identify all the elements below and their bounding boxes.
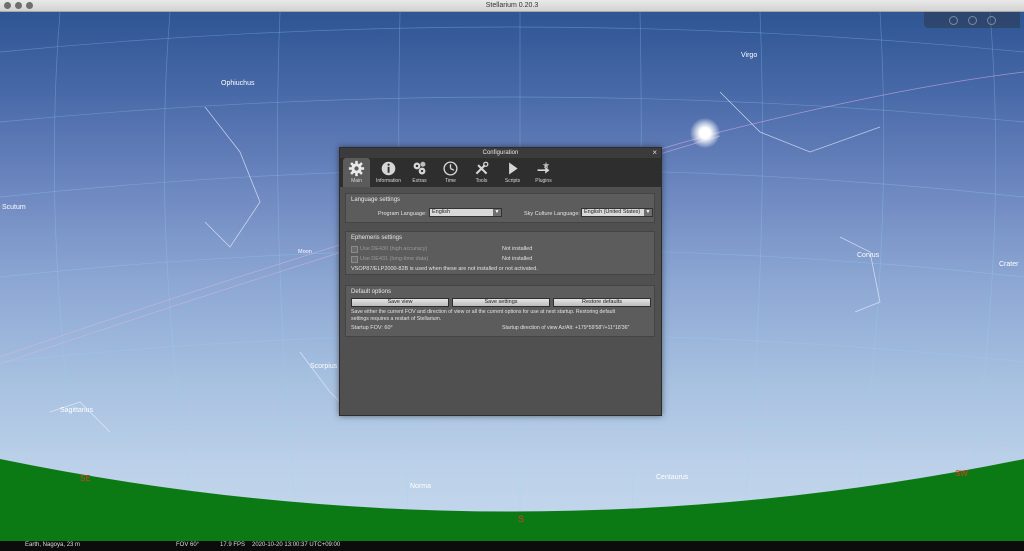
program-language-label: Program Language: bbox=[378, 211, 427, 217]
plugins-icon bbox=[537, 161, 550, 174]
sky-culture-language-label: Sky Culture Language: bbox=[524, 211, 580, 217]
minimize-window-button[interactable] bbox=[15, 2, 22, 9]
close-icon[interactable]: × bbox=[652, 148, 657, 158]
constellation-label[interactable]: Corvus bbox=[857, 252, 879, 259]
save-view-button[interactable]: Save view bbox=[351, 298, 449, 307]
program-language-select[interactable]: English ▼ bbox=[429, 208, 502, 217]
close-window-button[interactable] bbox=[4, 2, 11, 9]
status-bar: Earth, Nagoya, 23 m FOV 60° 17.9 FPS 202… bbox=[0, 541, 1024, 551]
tab-label: Tools bbox=[475, 178, 488, 184]
fullscreen-icon[interactable] bbox=[948, 15, 958, 25]
tab-label: Information bbox=[375, 178, 401, 184]
tab-label: Main bbox=[351, 178, 362, 184]
constellation-label[interactable]: Norma bbox=[410, 483, 431, 490]
group-title: Language settings bbox=[351, 197, 401, 203]
ephemeris-settings-group: Ephemeris settings Use DE430 (high accur… bbox=[345, 231, 655, 275]
tab-scripts[interactable]: Scripts bbox=[497, 158, 528, 187]
constellation-label[interactable]: Scorpius bbox=[310, 363, 337, 370]
tab-label: Extras bbox=[412, 178, 427, 184]
save-settings-button[interactable]: Save settings bbox=[452, 298, 550, 307]
de431-label: Use DE431 (long-time data) bbox=[360, 256, 429, 262]
default-options-group: Default options Save view Save settings … bbox=[345, 285, 655, 337]
chevron-down-icon: ▼ bbox=[493, 209, 501, 216]
chevron-down-icon: ▼ bbox=[644, 209, 652, 216]
group-title: Ephemeris settings bbox=[351, 235, 403, 241]
tab-label: Scripts bbox=[504, 178, 521, 184]
gear-icon bbox=[348, 160, 365, 177]
de431-checkbox[interactable] bbox=[351, 256, 358, 263]
tab-information[interactable]: Information bbox=[373, 158, 404, 187]
title-bar: Stellarium 0.20.3 bbox=[0, 0, 1024, 12]
window-controls bbox=[4, 2, 33, 9]
info-icon bbox=[381, 161, 396, 176]
tab-plugins[interactable]: Plugins bbox=[528, 158, 559, 187]
cardinal-sw-label: SW bbox=[955, 469, 968, 478]
fps-text: 17.9 FPS bbox=[220, 542, 246, 548]
language-settings-group: Language settings Program Language: Engl… bbox=[345, 193, 655, 223]
ground-horizon bbox=[0, 459, 1024, 541]
extras-gears-icon bbox=[413, 161, 426, 175]
fov-text: FOV 60° bbox=[176, 542, 200, 548]
startup-direction: Startup direction of view Az/Alt: +179°5… bbox=[502, 325, 630, 331]
de430-checkbox[interactable] bbox=[351, 246, 358, 253]
dialog-titlebar[interactable]: Configuration × bbox=[340, 148, 661, 158]
tab-time[interactable]: Time bbox=[435, 158, 466, 187]
tab-extras[interactable]: Extras bbox=[404, 158, 435, 187]
constellation-label[interactable]: Centaurus bbox=[656, 474, 688, 481]
datetime-text[interactable]: 2020-10-20 13:00:37 UTC+09:00 bbox=[252, 542, 340, 548]
sky-culture-language-select[interactable]: English (United States) ▼ bbox=[581, 208, 653, 217]
default-options-description: Save either the current FOV and directio… bbox=[351, 309, 616, 315]
tab-label: Time bbox=[445, 178, 456, 184]
configuration-dialog: Configuration × Main Information Extras bbox=[339, 147, 662, 416]
sun-icon[interactable] bbox=[690, 118, 720, 148]
restore-defaults-button[interactable]: Restore defaults bbox=[553, 298, 651, 307]
startup-fov: Startup FOV: 60° bbox=[351, 325, 393, 331]
group-title: Default options bbox=[351, 289, 392, 295]
minimize-icon[interactable] bbox=[967, 15, 977, 25]
cardinal-s-label: S bbox=[518, 514, 525, 524]
top-right-toolbar bbox=[924, 12, 1020, 28]
tab-main[interactable]: Main bbox=[343, 158, 370, 187]
sky-culture-language-value: English (United States) bbox=[584, 209, 641, 215]
tab-tools[interactable]: Tools bbox=[466, 158, 497, 187]
default-options-description-cont: settings requires a restart of Stellariu… bbox=[351, 316, 442, 322]
window-title: Stellarium 0.20.3 bbox=[485, 2, 539, 9]
program-language-value: English bbox=[432, 209, 451, 215]
clock-icon bbox=[443, 161, 458, 176]
constellation-label[interactable]: Sagittarius bbox=[60, 407, 93, 414]
ephemeris-note: VSOP87/ELP2000-82B is used when these ar… bbox=[351, 266, 538, 272]
zoom-window-button[interactable] bbox=[26, 2, 33, 9]
tab-bar: Main Information Extras Time Tools Scrip… bbox=[340, 158, 661, 187]
tools-icon bbox=[475, 161, 489, 175]
de431-status: Not installed bbox=[502, 256, 533, 262]
cardinal-se-label: SE bbox=[80, 474, 91, 483]
constellation-label[interactable]: Ophiuchus bbox=[221, 80, 254, 87]
constellation-label[interactable]: Scutum bbox=[2, 204, 26, 211]
play-icon bbox=[509, 162, 518, 175]
constellation-label[interactable]: Virgo bbox=[741, 52, 757, 59]
location-text[interactable]: Earth, Nagoya, 23 m bbox=[25, 542, 80, 548]
quit-icon[interactable] bbox=[986, 15, 996, 25]
object-label[interactable]: Crater bbox=[999, 261, 1018, 268]
dialog-title: Configuration bbox=[482, 150, 519, 156]
de430-status: Not installed bbox=[502, 246, 533, 252]
moon-label[interactable]: Moon bbox=[298, 249, 312, 255]
de430-label: Use DE430 (high accuracy) bbox=[360, 246, 428, 252]
tab-label: Plugins bbox=[535, 178, 552, 184]
